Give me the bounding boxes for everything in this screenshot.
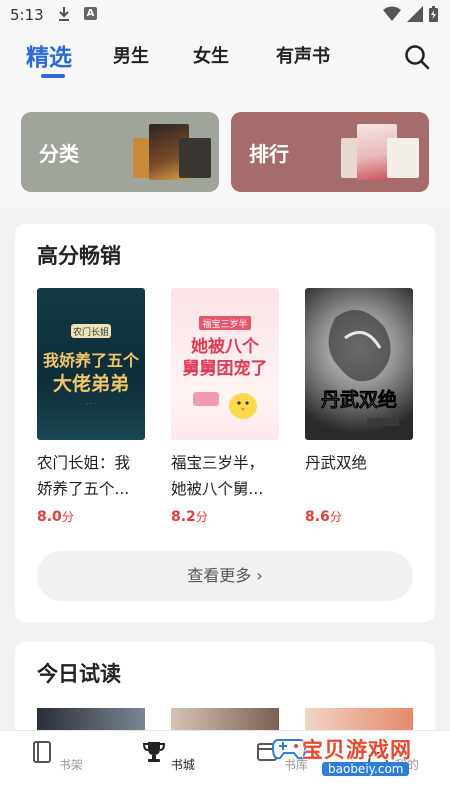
status-time: 5:13: [10, 6, 44, 24]
svg-text:舅舅团宠了: 舅舅团宠了: [183, 358, 268, 379]
bottom-tab-bookstore[interactable]: 书城: [138, 739, 198, 773]
book-score: 8.2分: [171, 508, 279, 525]
download-icon: [59, 7, 69, 21]
score-value: 8.2: [171, 509, 196, 525]
cover-art: 福宝三岁半 她被八个 舅舅团宠了: [183, 316, 268, 419]
svg-text:大佬弟弟: 大佬弟弟: [53, 372, 129, 395]
category-label: 分类: [39, 142, 79, 166]
bestseller-section: 高分畅销 农门长姐 我娇养了五个 大佬弟弟 · · · 农门长姐：我娇养了五个.…: [15, 224, 435, 622]
book-score: 8.6分: [305, 508, 413, 525]
score-unit: 分: [61, 510, 74, 524]
section-title: 今日试读: [37, 662, 121, 686]
top-nav: 精选 男生 女生 有声书: [0, 30, 450, 90]
section-title: 高分畅销: [37, 244, 121, 268]
category-area: 分类 排行: [0, 90, 450, 208]
ranking-label: 排行: [249, 142, 289, 166]
tab-male[interactable]: 男生: [113, 42, 149, 68]
ranking-card[interactable]: 排行: [231, 112, 429, 192]
bottom-tab-label: 书架: [58, 758, 83, 772]
watermark-url: baobeiy.com: [322, 762, 410, 776]
book-cover: 福宝三岁半 她被八个 舅舅团宠了: [171, 288, 279, 440]
bottom-tab-bookshelf[interactable]: 书架: [26, 739, 86, 773]
cover-art: 农门长姐 我娇养了五个 大佬弟弟 · · ·: [43, 324, 140, 408]
status-bar: 5:13 A: [0, 0, 450, 30]
book-cover: 丹武双绝: [305, 288, 413, 440]
cover-tag: 福宝三岁半: [202, 318, 247, 330]
trophy-icon: [143, 742, 166, 762]
book-card[interactable]: 丹武双绝 丹武双绝 8.6分: [305, 288, 413, 525]
svg-text:我娇养了五个: 我娇养了五个: [43, 351, 140, 370]
score-value: 8.0: [37, 509, 62, 525]
watermark-text: 宝贝游戏网: [302, 738, 412, 762]
active-tab-indicator: [41, 74, 65, 78]
score-value: 8.6: [305, 509, 330, 525]
tab-female[interactable]: 女生: [193, 42, 229, 68]
book-thumb: [387, 138, 419, 178]
app-notification-icon: A: [84, 7, 97, 20]
book-card[interactable]: 福宝三岁半 她被八个 舅舅团宠了 福宝三岁半，她被八个舅... 8.2分: [171, 288, 279, 525]
search-icon[interactable]: [404, 44, 430, 70]
status-indicators: [383, 6, 438, 22]
book-title: 福宝三岁半，她被八个舅...: [171, 454, 265, 498]
bookshelf-icon: [33, 741, 52, 763]
watermark: 宝贝游戏网 baobeiy.com: [272, 734, 422, 782]
gamepad-icon: [272, 739, 306, 760]
wifi-icon: [383, 6, 401, 21]
tab-featured[interactable]: 精选: [26, 38, 72, 72]
book-cover: 农门长姐 我娇养了五个 大佬弟弟 · · ·: [37, 288, 145, 440]
signal-icon: [407, 6, 423, 22]
see-more-label: 查看更多: [187, 566, 252, 585]
see-more-button[interactable]: 查看更多 ›: [37, 551, 413, 601]
cover-tag: 农门长姐: [73, 326, 109, 338]
battery-icon: [429, 6, 438, 22]
chevron-right-icon: ›: [251, 566, 263, 585]
book-score: 8.0分: [37, 508, 145, 525]
svg-text:她被八个: 她被八个: [191, 336, 260, 357]
book-thumb: [179, 138, 211, 178]
svg-text:丹武双绝: 丹武双绝: [321, 388, 397, 411]
svg-text:· · ·: · · ·: [86, 401, 96, 408]
book-title: 农门长姐：我娇养了五个...: [37, 454, 131, 498]
tab-audiobook[interactable]: 有声书: [276, 42, 330, 68]
bottom-tab-label: 书城: [170, 758, 195, 772]
category-card[interactable]: 分类: [21, 112, 219, 192]
book-card[interactable]: 农门长姐 我娇养了五个 大佬弟弟 · · · 农门长姐：我娇养了五个... 8.…: [37, 288, 145, 525]
score-unit: 分: [195, 510, 208, 524]
score-unit: 分: [329, 510, 342, 524]
cover-art: 丹武双绝: [321, 310, 399, 426]
book-title: 丹武双绝: [305, 454, 368, 472]
